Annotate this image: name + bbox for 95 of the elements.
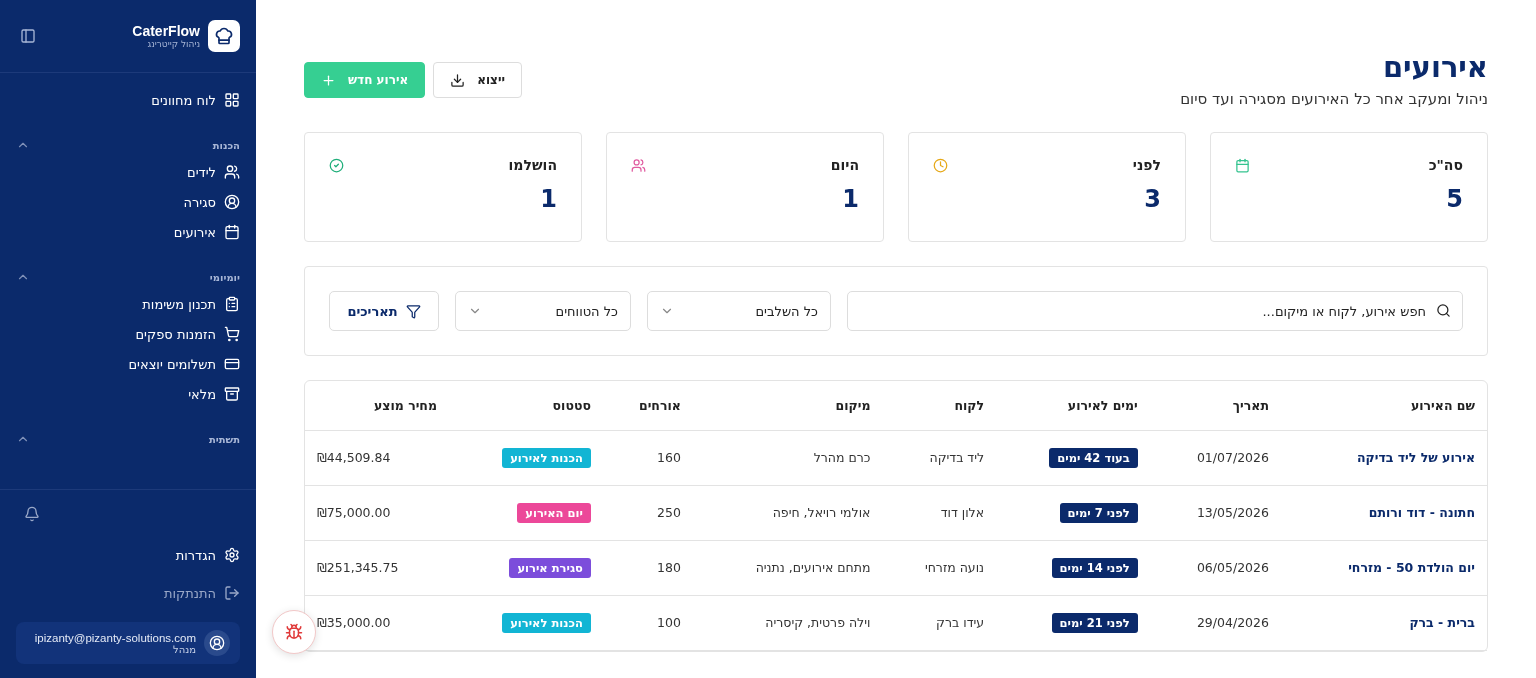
nav-group-title: תשתית <box>208 433 240 445</box>
location-cell: אולמי רויאל, חיפה <box>692 485 883 540</box>
settings-icon <box>224 547 240 563</box>
sidebar-toggle-icon[interactable] <box>20 28 36 44</box>
range-select[interactable]: כל הטווחים <box>455 291 631 331</box>
nav-group-title: יומיומי <box>209 271 240 283</box>
guests-cell: 160 <box>602 430 693 485</box>
export-button[interactable]: ייצוא <box>433 62 522 98</box>
user-circle-icon <box>224 194 240 210</box>
guests-cell: 250 <box>602 485 693 540</box>
column-header: מחיר מוצע <box>305 381 449 430</box>
nav-item[interactable]: סגירה <box>0 187 256 217</box>
users-icon <box>631 157 646 173</box>
column-header: שם האירוע <box>1280 381 1487 430</box>
brand-name: CaterFlow <box>132 23 200 39</box>
days-badge: בעוד 42 ימים <box>1049 447 1138 468</box>
clock-icon <box>933 157 948 173</box>
event-name-cell[interactable]: ברית - ברק <box>1280 595 1487 650</box>
column-header: מיקום <box>692 381 883 430</box>
client-cell: ליד בדיקה <box>882 430 997 485</box>
user-role: מנהל <box>173 643 196 655</box>
event-name-cell[interactable]: אירוע של ליד בדיקה <box>1280 430 1487 485</box>
days-badge: לפני 7 ימים <box>1059 502 1138 523</box>
stage-select[interactable]: כל השלבים <box>647 291 831 331</box>
bell-icon[interactable] <box>24 506 40 522</box>
settings-link[interactable]: הגדרות <box>0 540 256 570</box>
location-cell: כרם מהרל <box>692 430 883 485</box>
location-cell: וילה פרטית, קיסריה <box>692 595 883 650</box>
date-cell: 13/05/2026 <box>1149 485 1281 540</box>
stat-label: לפני <box>1132 157 1161 173</box>
search-icon <box>1436 303 1451 318</box>
event-name-cell[interactable]: יום הולדת 50 - מזרחי <box>1280 540 1487 595</box>
nav-group-title: הכנות <box>212 139 240 151</box>
stat-label: היום <box>830 157 859 173</box>
date-cell: 29/04/2026 <box>1149 595 1281 650</box>
nav-item[interactable]: תשלומים יוצאים <box>0 349 256 379</box>
price-cell: ₪251,345.75 <box>305 540 449 595</box>
search-field[interactable]: חפש אירוע, לקוח או מיקום... <box>847 291 1463 331</box>
client-cell: אלון דוד <box>882 485 997 540</box>
guests-cell: 100 <box>602 595 693 650</box>
nav-item[interactable]: לידים <box>0 157 256 187</box>
client-cell: עידו ברק <box>882 595 997 650</box>
event-name-cell[interactable]: חתונה - דוד ורותם <box>1280 485 1487 540</box>
calendar-icon <box>1235 157 1250 173</box>
logout-link[interactable]: התנתקות <box>0 578 256 608</box>
card-icon <box>224 356 240 372</box>
calendar-icon <box>224 224 240 240</box>
stat-label: סה"כ <box>1428 157 1463 173</box>
column-header: אורחים <box>602 381 693 430</box>
price-cell: ₪44,509.84 <box>305 430 449 485</box>
stat-label: הושלמו <box>508 157 557 173</box>
check-circle-icon <box>329 157 344 173</box>
page-title: אירועים <box>1381 50 1488 84</box>
days-badge: לפני 14 ימים <box>1051 557 1138 578</box>
user-email: ipizanty@pizanty-solutions.com <box>34 631 196 644</box>
days-badge: לפני 21 ימים <box>1051 612 1138 633</box>
avatar <box>204 630 230 656</box>
price-cell: ₪75,000.00 <box>305 485 449 540</box>
bug-report-button[interactable] <box>272 610 316 654</box>
column-header: ימים לאירוע <box>996 381 1150 430</box>
nav-item[interactable]: לוח מחוונים <box>0 85 256 115</box>
status-badge: הכנות לאירוע <box>502 447 591 468</box>
stat-value: 3 <box>1143 185 1161 213</box>
column-header: תאריך <box>1149 381 1281 430</box>
dates-filter-button[interactable]: תאריכים <box>329 291 439 331</box>
column-header: סטטוס <box>448 381 603 430</box>
chef-hat-logo <box>208 20 240 52</box>
nav-item[interactable]: מלאי <box>0 379 256 409</box>
cart-icon <box>224 326 240 342</box>
users-icon <box>224 164 240 180</box>
clipboard-icon <box>224 296 240 312</box>
column-header: לקוח <box>882 381 997 430</box>
grid-icon <box>224 92 240 108</box>
brand-tagline: ניהול קייטרינג <box>146 39 200 49</box>
nav-item[interactable]: הזמנות ספקים <box>0 319 256 349</box>
date-cell: 06/05/2026 <box>1149 540 1281 595</box>
stat-value: 5 <box>1445 185 1463 213</box>
page-subtitle: ניהול ומעקב אחר כל האירועים מסגירה ועד סיום <box>1180 90 1488 108</box>
client-cell: נועה מזרחי <box>882 540 997 595</box>
download-icon <box>450 72 466 88</box>
nav-item[interactable]: אירועים <box>0 217 256 247</box>
nav-item[interactable]: תכנון משימות <box>0 289 256 319</box>
archive-icon <box>224 386 240 402</box>
status-badge: סגירת אירוע <box>509 557 591 578</box>
status-badge: הכנות לאירוע <box>502 612 591 633</box>
guests-cell: 180 <box>602 540 693 595</box>
location-cell: מתחם אירועים, נתניה <box>692 540 883 595</box>
date-cell: 01/07/2026 <box>1149 430 1281 485</box>
stat-value: 1 <box>841 185 859 213</box>
filter-icon <box>405 303 421 319</box>
stat-value: 1 <box>539 185 557 213</box>
status-badge: יום האירוע <box>517 502 591 523</box>
logout-icon <box>224 585 240 601</box>
bug-icon <box>285 623 303 641</box>
plus-icon <box>321 72 336 88</box>
